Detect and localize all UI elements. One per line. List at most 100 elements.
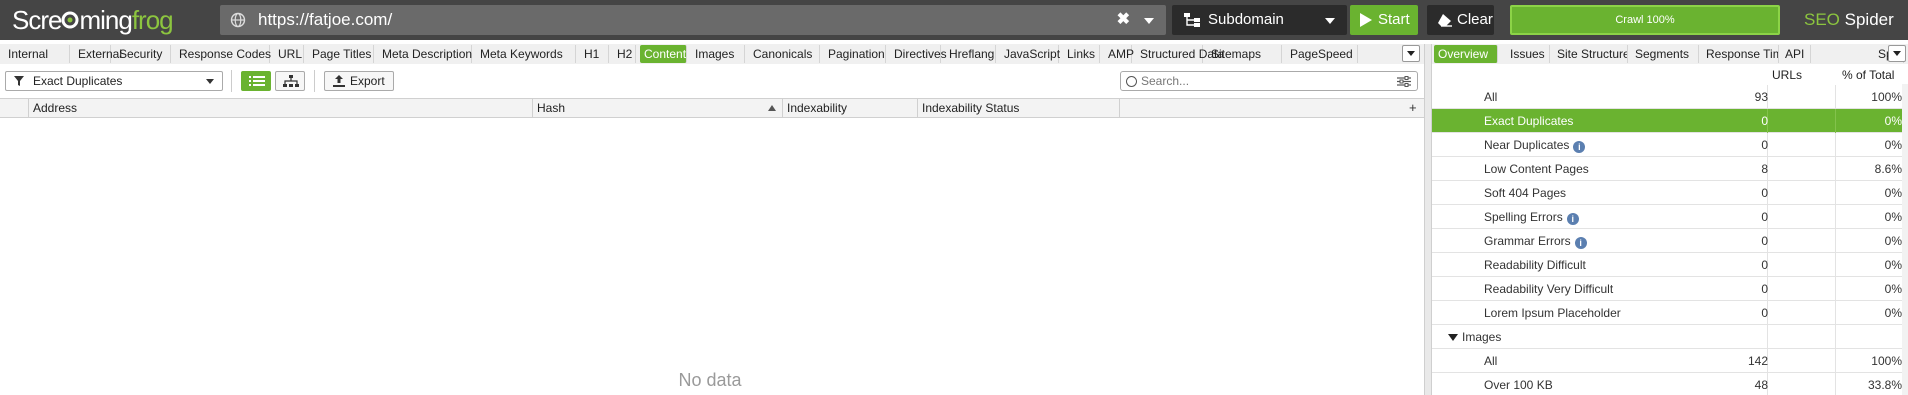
export-button[interactable]: Export <box>324 71 394 91</box>
overview-row-urls: 93 <box>1754 90 1768 104</box>
tab-h2[interactable]: H2 <box>613 45 636 63</box>
frog-logo-icon <box>61 11 79 29</box>
tab-amp[interactable]: AMP <box>1104 45 1134 63</box>
overview-row-label-text: Readability Very Difficult <box>1484 282 1614 296</box>
tab-h1[interactable]: H1 <box>580 45 609 63</box>
chevron-down-icon <box>206 79 214 84</box>
overview-row[interactable]: All 142 100% <box>1432 349 1908 373</box>
overview-section-images[interactable]: Images <box>1432 325 1908 349</box>
chevron-down-icon <box>1325 18 1335 24</box>
overview-row-urls: 0 <box>1761 186 1768 200</box>
tab-meta-keywords[interactable]: Meta Keywords <box>476 45 576 63</box>
tab-security[interactable]: Security <box>115 45 171 63</box>
filter-select[interactable]: Exact Duplicates <box>5 71 223 91</box>
overview-row-pct: 100% <box>1871 90 1902 104</box>
tab-response-times[interactable]: Response Times <box>1702 45 1779 63</box>
tree-view-button[interactable] <box>275 71 305 91</box>
url-history-dropdown-icon[interactable] <box>1144 18 1154 24</box>
list-view-button[interactable] <box>241 71 271 91</box>
tab-pagespeed[interactable]: PageSpeed <box>1286 45 1358 63</box>
tab-internal[interactable]: Internal <box>4 45 70 63</box>
tab-site-structure[interactable]: Site Structure <box>1553 45 1628 63</box>
search-input[interactable] <box>1141 73 1381 89</box>
tab-javascript[interactable]: JavaScript <box>1000 45 1060 63</box>
overview-row-urls: 0 <box>1761 306 1768 320</box>
column-indexability-status[interactable]: Indexability Status <box>918 99 1120 118</box>
tab-api[interactable]: API <box>1781 45 1811 63</box>
tab-images[interactable]: Images <box>691 45 745 63</box>
overview-row[interactable]: Readability Difficult 0 0% <box>1432 253 1908 277</box>
overview-row-label-text: Spelling Errors <box>1484 210 1563 224</box>
overview-row[interactable]: Spelling Errors i 0 0% <box>1432 205 1908 229</box>
tab-links[interactable]: Links <box>1063 45 1100 63</box>
crawl-mode-select[interactable]: Subdomain <box>1172 5 1347 35</box>
overview-row[interactable]: Lorem Ipsum Placeholder 0 0% <box>1432 301 1908 325</box>
tab-external[interactable]: External <box>74 45 122 63</box>
overview-row-pct: 0% <box>1884 114 1902 128</box>
column-address[interactable]: Address <box>29 99 533 118</box>
overview-header: URLs % of Total <box>1432 67 1908 83</box>
tab-directives[interactable]: Directives <box>890 45 947 63</box>
overview-row[interactable]: All 93 100% <box>1432 85 1908 109</box>
start-button[interactable]: Start <box>1350 5 1418 35</box>
info-icon[interactable]: i <box>1574 237 1587 249</box>
overview-row-pct: 100% <box>1871 354 1902 368</box>
add-column-icon[interactable]: + <box>1409 101 1417 114</box>
overview-row-label: Lorem Ipsum Placeholder <box>1484 301 1621 325</box>
collapse-triangle-icon[interactable] <box>1448 334 1458 341</box>
cell-divider <box>1835 301 1836 325</box>
overview-row-label-text: Low Content Pages <box>1484 162 1589 176</box>
tab-overview[interactable]: Overview <box>1434 45 1498 63</box>
url-input[interactable]: https://fatjoe.com/ <box>258 5 392 35</box>
crawl-progress-bar: Crawl 100% <box>1510 5 1780 35</box>
tab-sitemaps[interactable]: Sitemaps <box>1207 45 1282 63</box>
info-icon[interactable]: i <box>1573 141 1586 153</box>
overview-row-label: Spelling Errors i <box>1484 205 1579 229</box>
overview-row-urls: 0 <box>1761 210 1768 224</box>
overview-row-label: All <box>1484 349 1497 373</box>
overview-scrollbar[interactable] <box>1902 84 1908 395</box>
tab-segments[interactable]: Segments <box>1631 45 1699 63</box>
eraser-icon <box>1438 14 1452 27</box>
tab-response-codes[interactable]: Response Codes <box>175 45 271 63</box>
search-box[interactable] <box>1120 71 1418 91</box>
tab-page-titles[interactable]: Page Titles <box>308 45 374 63</box>
clear-url-icon[interactable]: ✖ <box>1117 5 1130 35</box>
toolbar-divider <box>314 70 315 92</box>
more-tabs-icon[interactable] <box>1402 45 1420 62</box>
clear-label: Clear <box>1457 11 1493 28</box>
tab-meta-description[interactable]: Meta Description <box>378 45 472 63</box>
tab-pagination[interactable]: Pagination <box>824 45 886 63</box>
tab-content[interactable]: Content <box>640 45 687 63</box>
overview-row[interactable]: Soft 404 Pages 0 0% <box>1432 181 1908 205</box>
tab-canonicals[interactable]: Canonicals <box>749 45 820 63</box>
overview-row[interactable]: Readability Very Difficult 0 0% <box>1432 277 1908 301</box>
overview-col-urls[interactable]: URLs <box>1772 67 1802 83</box>
overview-row[interactable]: Low Content Pages 8 8.6% <box>1432 157 1908 181</box>
play-icon <box>1360 13 1372 27</box>
overview-row-urls: 8 <box>1761 162 1768 176</box>
search-options-icon[interactable] <box>1397 76 1411 87</box>
overview-row[interactable]: Exact Duplicates 0 0% <box>1432 109 1908 133</box>
tab-structured-data[interactable]: Structured Data <box>1136 45 1224 63</box>
url-bar[interactable]: https://fatjoe.com/ ✖ <box>220 5 1166 35</box>
more-side-tabs-icon[interactable] <box>1888 45 1906 62</box>
empty-state-message: No data <box>678 370 742 390</box>
tab-url[interactable]: URL <box>274 45 304 63</box>
overview-row-urls: 0 <box>1761 138 1768 152</box>
tab-issues[interactable]: Issues <box>1506 45 1550 63</box>
panel-splitter[interactable] <box>1424 44 1432 395</box>
search-icon <box>1126 76 1137 87</box>
overview-row-label: All <box>1484 85 1497 109</box>
info-icon[interactable]: i <box>1566 213 1579 225</box>
overview-row[interactable]: Near Duplicates i 0 0% <box>1432 133 1908 157</box>
overview-row-label: Low Content Pages <box>1484 157 1589 181</box>
column-hash[interactable]: Hash <box>533 99 783 118</box>
overview-col-pct[interactable]: % of Total <box>1842 67 1894 83</box>
overview-row[interactable]: Grammar Errors i 0 0% <box>1432 229 1908 253</box>
clear-button[interactable]: Clear <box>1427 5 1494 35</box>
column-indexability[interactable]: Indexability <box>783 99 918 118</box>
overview-row-pct: 0% <box>1884 282 1902 296</box>
overview-row[interactable]: Over 100 KB 48 33.8% <box>1432 373 1908 395</box>
tab-hreflang[interactable]: Hreflang <box>945 45 996 63</box>
